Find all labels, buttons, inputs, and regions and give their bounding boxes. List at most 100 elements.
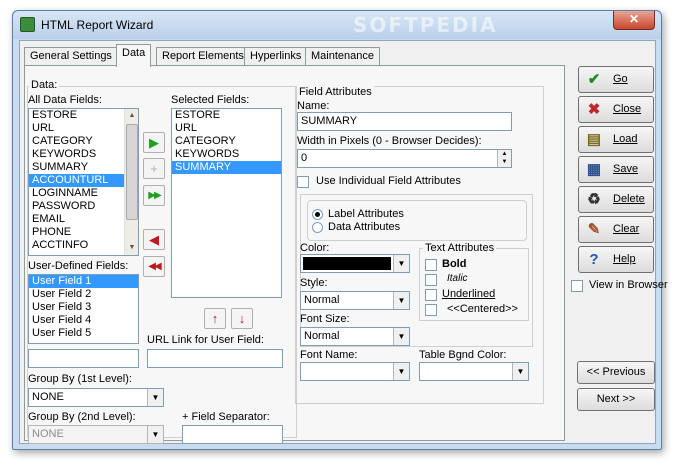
add-user-field-button[interactable]: +: [143, 158, 165, 179]
add-field-button[interactable]: ▶: [143, 132, 165, 153]
field-attributes-label: Field Attributes: [297, 86, 374, 98]
chevron-down-icon[interactable]: ▼: [393, 292, 409, 309]
url-link-input[interactable]: [147, 349, 283, 368]
italic-checkbox[interactable]: [425, 274, 437, 286]
group-by-1-select[interactable]: NONE ▼: [28, 388, 164, 407]
app-icon: [20, 17, 35, 32]
load-button[interactable]: ▤ Load: [578, 126, 654, 153]
question-icon: ?: [589, 251, 599, 268]
watermark-logo: SOFTPEDIA: [353, 13, 498, 37]
clear-button-label: Clear: [613, 223, 640, 235]
all-data-field-item[interactable]: PHONE: [29, 226, 138, 239]
style-value: Normal: [304, 294, 340, 306]
move-down-button[interactable]: ↓: [231, 308, 253, 329]
group-by-2-value: NONE: [32, 428, 64, 440]
selected-field-item[interactable]: ESTORE: [172, 109, 281, 122]
font-size-select[interactable]: Normal ▼: [300, 327, 410, 346]
user-defined-field-item[interactable]: User Field 2: [29, 288, 138, 301]
all-data-field-item[interactable]: KEYWORDS: [29, 148, 138, 161]
font-name-select[interactable]: ▼: [300, 362, 410, 381]
selected-field-item[interactable]: CATEGORY: [172, 135, 281, 148]
table-bgnd-select[interactable]: ▼: [419, 362, 529, 381]
chevron-down-icon[interactable]: ▼: [512, 363, 528, 380]
next-button[interactable]: Next >>: [577, 388, 655, 411]
all-data-field-item[interactable]: ACCTINFO: [29, 239, 138, 252]
x-icon: ✖: [587, 101, 601, 118]
label-attributes-radio[interactable]: [312, 209, 323, 220]
scroll-up-icon[interactable]: ▲: [125, 109, 138, 123]
previous-button[interactable]: << Previous: [577, 361, 655, 384]
clear-button[interactable]: ✎ Clear: [578, 216, 654, 243]
selected-fields-items: ESTORE URL CATEGORY KEYWORDS SUMMARY: [172, 109, 281, 174]
go-button[interactable]: ✔ Go: [578, 66, 654, 93]
centered-checkbox[interactable]: [425, 304, 437, 316]
all-fields-scrollbar[interactable]: ▲ ▼: [124, 109, 138, 255]
bold-checkbox[interactable]: [425, 259, 437, 271]
style-select[interactable]: Normal ▼: [300, 291, 410, 310]
spin-arrows-icon[interactable]: ▲ ▼: [497, 150, 511, 167]
tab-data[interactable]: Data: [116, 44, 152, 67]
user-defined-field-item[interactable]: User Field 1: [29, 275, 138, 288]
view-in-browser-checkbox[interactable]: [571, 280, 583, 292]
data-attributes-radio[interactable]: [312, 222, 323, 233]
group-by-1-value: NONE: [32, 391, 64, 403]
tab-maintenance[interactable]: Maintenance: [305, 47, 380, 66]
user-defined-fields-items: User Field 1 User Field 2 User Field 3 User…: [29, 275, 138, 340]
all-data-field-item[interactable]: PASSWORD: [29, 200, 138, 213]
all-data-fields-list[interactable]: ESTORE URL CATEGORY KEYWORDS SUMMARY ACCOUNTU…: [28, 108, 139, 256]
user-defined-field-item[interactable]: User Field 5: [29, 327, 138, 340]
title-bar[interactable]: HTML Report Wizard SOFTPEDIA ✕: [13, 11, 661, 39]
all-data-field-item[interactable]: ESTORE: [29, 109, 138, 122]
selected-fields-label: Selected Fields:: [171, 94, 250, 106]
field-name-input[interactable]: SUMMARY: [297, 112, 512, 131]
close-window-button[interactable]: ✕: [613, 11, 655, 30]
tab-general-settings[interactable]: General Settings: [24, 47, 118, 66]
underlined-checkbox[interactable]: [425, 289, 437, 301]
user-defined-field-item[interactable]: User Field 4: [29, 314, 138, 327]
scroll-thumb[interactable]: [126, 124, 138, 220]
scroll-down-icon[interactable]: ▼: [125, 241, 138, 255]
tab-report-elements[interactable]: Report Elements: [156, 47, 250, 66]
chevron-down-icon[interactable]: ▼: [147, 389, 163, 406]
all-data-fields-label: All Data Fields:: [28, 94, 102, 106]
user-defined-fields-list[interactable]: User Field 1 User Field 2 User Field 3 User…: [28, 274, 139, 344]
field-separator-input[interactable]: [182, 425, 283, 444]
width-label: Width in Pixels (0 - Browser Decides):: [297, 135, 482, 147]
delete-button[interactable]: ♻ Delete: [578, 186, 654, 213]
width-value: 0: [301, 152, 308, 164]
color-select[interactable]: ▼: [300, 254, 410, 273]
user-defined-field-item[interactable]: User Field 3: [29, 301, 138, 314]
name-label: Name:: [297, 100, 330, 112]
user-field-input[interactable]: [28, 349, 139, 368]
selected-fields-list[interactable]: ESTORE URL CATEGORY KEYWORDS SUMMARY: [171, 108, 282, 298]
add-all-fields-button[interactable]: ▶▶: [143, 185, 165, 206]
tab-hyperlinks[interactable]: Hyperlinks: [244, 47, 308, 66]
chevron-down-icon[interactable]: ▼: [147, 426, 163, 443]
width-input[interactable]: 0 ▲ ▼: [297, 149, 512, 168]
all-data-field-item[interactable]: ACCOUNTURL: [29, 174, 138, 187]
help-button-label: Help: [613, 253, 636, 265]
move-up-button[interactable]: ↑: [204, 308, 226, 329]
client-area: General Settings Data Report Elements Hy…: [19, 40, 668, 444]
chevron-down-icon[interactable]: ▼: [393, 255, 409, 272]
group-by-2-select[interactable]: NONE ▼: [28, 425, 164, 444]
help-button[interactable]: ? Help: [578, 246, 654, 273]
color-label: Color:: [300, 242, 330, 254]
user-defined-fields-label: User-Defined Fields:: [28, 260, 129, 272]
remove-field-button[interactable]: ◀: [143, 229, 165, 250]
chevron-down-icon[interactable]: ▼: [393, 328, 409, 345]
save-button[interactable]: ▦ Save: [578, 156, 654, 183]
all-data-field-item[interactable]: LOGINNAME: [29, 187, 138, 200]
chevron-down-icon[interactable]: ▼: [393, 363, 409, 380]
all-data-field-item[interactable]: EMAIL: [29, 213, 138, 226]
all-data-field-item[interactable]: URL: [29, 122, 138, 135]
all-data-field-item[interactable]: SUMMARY: [29, 161, 138, 174]
use-individual-checkbox[interactable]: [297, 176, 309, 188]
all-data-field-item[interactable]: CATEGORY: [29, 135, 138, 148]
close-button[interactable]: ✖ Close: [578, 96, 654, 123]
selected-field-item[interactable]: URL: [172, 122, 281, 135]
remove-all-fields-button[interactable]: ◀◀: [143, 256, 165, 277]
selected-field-item[interactable]: SUMMARY: [172, 161, 281, 174]
selected-field-item[interactable]: KEYWORDS: [172, 148, 281, 161]
color-swatch: [303, 257, 391, 270]
